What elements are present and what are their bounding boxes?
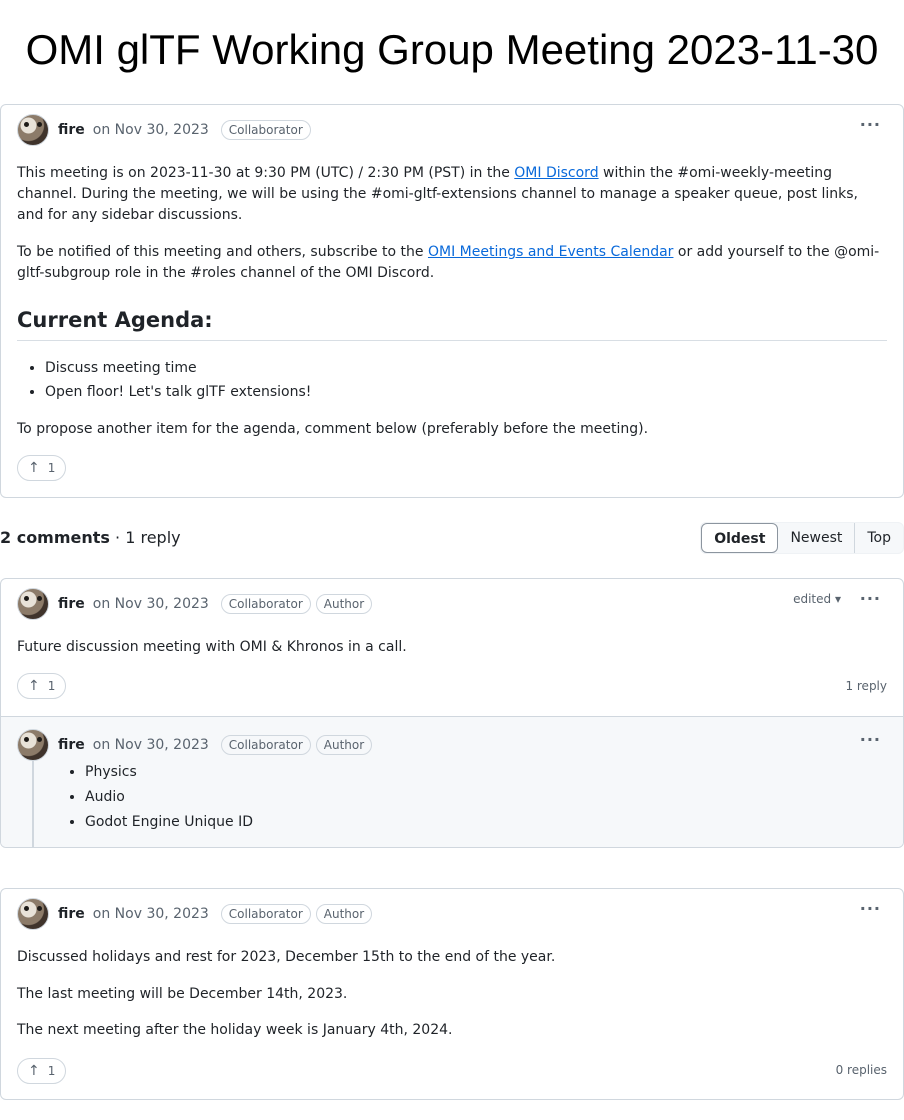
more-options-icon[interactable]: ···	[860, 730, 881, 749]
comment-header: fire on Nov 30, 2023 Collaborator Author	[17, 898, 377, 930]
list-item: Physics	[85, 760, 253, 785]
sort-selector: Oldest Newest Top	[700, 522, 904, 554]
post-date[interactable]: on Nov 30, 2023	[93, 122, 209, 138]
agenda-heading: Current Agenda:	[17, 308, 887, 341]
reply-header: fire on Nov 30, 2023 Collaborator Author	[17, 729, 377, 761]
more-options-icon[interactable]: ···	[860, 589, 881, 608]
avatar[interactable]	[17, 114, 49, 146]
upvote-button[interactable]: ↑ 1	[17, 1058, 67, 1084]
author-link[interactable]: fire	[58, 122, 85, 138]
collaborator-badge: Collaborator	[220, 594, 311, 614]
reply-count[interactable]: 1 reply	[845, 679, 887, 693]
upvote-button[interactable]: ↑ 1	[17, 455, 67, 481]
upvote-button[interactable]: ↑ 1	[17, 673, 67, 699]
arrow-up-icon: ↑	[28, 460, 40, 476]
collaborator-badge: Collaborator	[220, 120, 311, 140]
reply-list: Physics Audio Godot Engine Unique ID	[85, 760, 253, 835]
author-badge: Author	[315, 904, 373, 924]
comments-count: 2 comments · 1 reply	[0, 528, 181, 547]
post-header: fire on Nov 30, 2023 Collaborator	[17, 114, 316, 146]
more-options-icon[interactable]: ···	[860, 115, 881, 134]
page-title: OMI glTF Working Group Meeting 2023-11-3…	[25, 26, 879, 73]
list-item: Godot Engine Unique ID	[85, 810, 253, 835]
author-badge: Author	[315, 735, 373, 755]
comment-body: Future discussion meeting with OMI & Khr…	[17, 639, 407, 655]
post-paragraph-2: To be notified of this meeting and other…	[17, 244, 880, 281]
comment-line: The last meeting will be December 14th, …	[17, 986, 348, 1002]
thread-line	[32, 761, 34, 847]
comment-card: fire on Nov 30, 2023 Collaborator Author…	[0, 578, 904, 848]
avatar[interactable]	[17, 898, 49, 930]
reply-thread: fire on Nov 30, 2023 Collaborator Author…	[1, 716, 903, 847]
omi-discord-link[interactable]: OMI Discord	[514, 165, 598, 181]
comment-card: fire on Nov 30, 2023 Collaborator Author…	[0, 888, 904, 1100]
author-link[interactable]: fire	[58, 596, 85, 612]
comment-line: The next meeting after the holiday week …	[17, 1022, 453, 1038]
edited-dropdown[interactable]: edited ▾	[793, 592, 841, 606]
reply-count[interactable]: 0 replies	[836, 1063, 887, 1077]
post-paragraph-1: This meeting is on 2023-11-30 at 9:30 PM…	[17, 165, 858, 223]
sort-top-button[interactable]: Top	[854, 523, 903, 553]
comment-date[interactable]: on Nov 30, 2023	[93, 906, 209, 922]
comment-header: fire on Nov 30, 2023 Collaborator Author	[17, 588, 377, 620]
collaborator-badge: Collaborator	[220, 735, 311, 755]
collaborator-badge: Collaborator	[220, 904, 311, 924]
arrow-up-icon: ↑	[28, 678, 40, 694]
comment-date[interactable]: on Nov 30, 2023	[93, 596, 209, 612]
more-options-icon[interactable]: ···	[860, 899, 881, 918]
post-paragraph-3: To propose another item for the agenda, …	[17, 421, 649, 437]
list-item: Discuss meeting time	[45, 356, 311, 380]
author-link[interactable]: fire	[58, 737, 85, 753]
comments-toolbar: 2 comments · 1 reply Oldest Newest Top	[0, 522, 904, 554]
comment-line: Discussed holidays and rest for 2023, De…	[17, 949, 556, 965]
sort-oldest-button[interactable]: Oldest	[701, 523, 779, 553]
reply-date[interactable]: on Nov 30, 2023	[93, 737, 209, 753]
list-item: Open floor! Let's talk glTF extensions!	[45, 380, 311, 404]
author-link[interactable]: fire	[58, 906, 85, 922]
avatar[interactable]	[17, 588, 49, 620]
sort-newest-button[interactable]: Newest	[778, 523, 854, 553]
triangle-down-icon: ▾	[834, 592, 841, 606]
author-badge: Author	[315, 594, 373, 614]
discussion-post: fire on Nov 30, 2023 Collaborator ··· Th…	[0, 104, 904, 498]
avatar[interactable]	[17, 729, 49, 761]
list-item: Audio	[85, 785, 253, 810]
calendar-link[interactable]: OMI Meetings and Events Calendar	[428, 244, 673, 260]
agenda-list: Discuss meeting time Open floor! Let's t…	[45, 356, 311, 404]
arrow-up-icon: ↑	[28, 1063, 40, 1079]
